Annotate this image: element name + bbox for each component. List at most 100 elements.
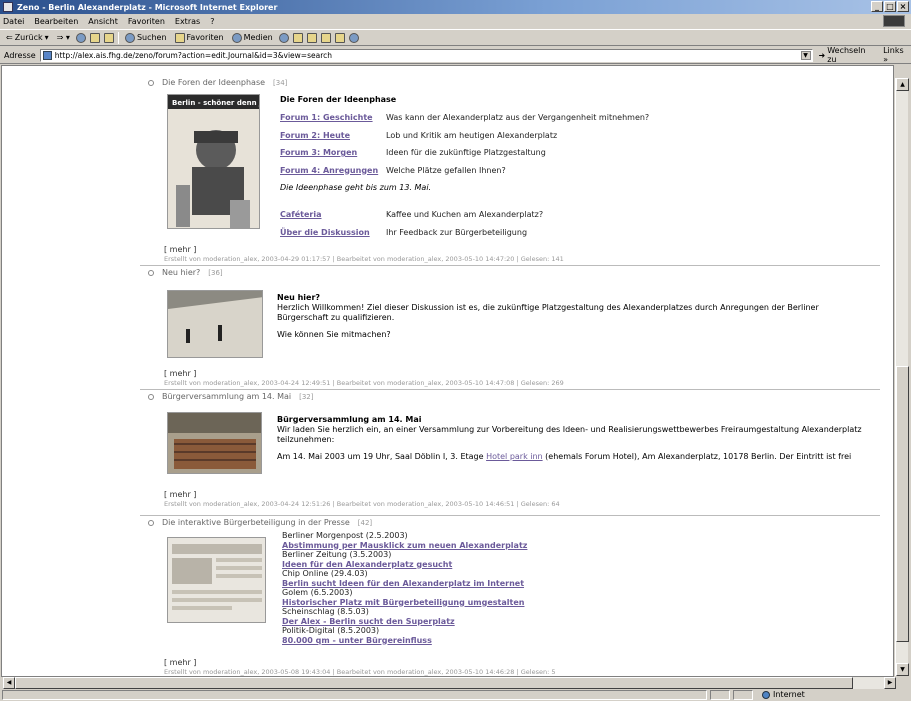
more-link[interactable]: [ mehr ] [164, 490, 196, 499]
press-link[interactable]: Ideen für den Alexanderplatz gesucht [282, 560, 527, 570]
window-titlebar[interactable]: Zeno - Berlin Alexanderplatz - Microsoft… [0, 0, 911, 14]
close-button[interactable]: × [897, 1, 909, 12]
window-title: Zeno - Berlin Alexanderplatz - Microsoft… [17, 2, 278, 12]
forum-4-link[interactable]: Forum 4: Anregungen [280, 165, 386, 176]
menu-bearbeiten[interactable]: Bearbeiten [34, 17, 78, 26]
toolbar-separator [117, 31, 119, 44]
press-link[interactable]: Berlin sucht Ideen für den Alexanderplat… [282, 579, 527, 589]
forum-4-desc: Welche Plätze gefallen Ihnen? [386, 165, 506, 175]
more-link[interactable]: [ mehr ] [164, 369, 196, 378]
entry-text: Wie können Sie mitmachen? [277, 330, 391, 339]
entry-header[interactable]: Neu hier? [36] [148, 268, 223, 277]
discuss-icon[interactable] [334, 32, 345, 43]
forum-3-link[interactable]: Forum 3: Morgen [280, 147, 386, 158]
entry-heading: Bürgerversammlung am 14. Mai [277, 415, 422, 424]
entry-text-part: (ehemals Forum Hotel), Am Alexanderplatz… [542, 452, 852, 461]
address-input[interactable]: http://alex.ais.fhg.de/zeno/forum?action… [39, 48, 813, 62]
forward-button[interactable]: ⇒ ▾ [55, 33, 72, 42]
assembly-photo-image [167, 412, 262, 474]
forum-row: Forum 4: Anregungen Welche Plätze gefall… [280, 165, 649, 176]
scroll-left-icon[interactable]: ◀ [3, 677, 15, 689]
status-bar: Internet [0, 690, 911, 701]
menu-extras[interactable]: Extras [175, 17, 200, 26]
vertical-scrollbar[interactable]: ▲ ▼ [895, 78, 909, 676]
media-icon [231, 32, 242, 43]
minimize-button[interactable]: _ [871, 1, 883, 12]
journal-entry: Neu hier? [36] Neu hier? Herzlich Willko… [140, 268, 880, 390]
messenger-icon[interactable] [348, 32, 359, 43]
windows-logo-icon [883, 15, 905, 27]
maximize-button[interactable]: □ [884, 1, 896, 12]
go-label: Wechseln zu [827, 46, 866, 64]
forum-row: Forum 2: Heute Lob und Kritik am heutige… [280, 130, 649, 141]
links-button[interactable]: Links » [883, 46, 911, 64]
horizontal-scroll-thumb[interactable] [15, 677, 853, 689]
entry-count: [32] [299, 392, 314, 401]
press-source: Politik-Digital (8.5.2003) [282, 626, 380, 635]
berlin-poster-image: Berlin - schöner denn je! [167, 94, 260, 229]
zone-label: Internet [773, 690, 805, 699]
press-link[interactable]: 80.000 qm - unter Bürgereinfluss [282, 636, 527, 646]
favorites-button[interactable]: Favoriten [173, 32, 226, 43]
search-button[interactable]: Suchen [123, 32, 169, 43]
entry-meta: Erstellt von moderation_alex, 2003-05-08… [164, 668, 556, 676]
scroll-down-icon[interactable]: ▼ [896, 663, 909, 676]
address-bar: Adresse http://alex.ais.fhg.de/zeno/foru… [0, 46, 911, 64]
refresh-icon[interactable] [89, 32, 100, 43]
history-icon[interactable] [278, 32, 289, 43]
bullet-icon [148, 79, 154, 86]
more-link[interactable]: [ mehr ] [164, 658, 196, 667]
left-column [2, 66, 140, 676]
mail-icon[interactable] [292, 32, 303, 43]
address-url: http://alex.ais.fhg.de/zeno/forum?action… [54, 50, 333, 60]
press-link[interactable]: Historischer Platz mit Bürgerbeteiligung… [282, 598, 527, 608]
press-source: Chip Online (29.4.03) [282, 569, 368, 578]
press-source: Berliner Zeitung (3.5.2003) [282, 550, 392, 559]
print-icon[interactable] [306, 32, 317, 43]
forum-2-link[interactable]: Forum 2: Heute [280, 130, 386, 141]
hotel-park-inn-link[interactable]: Hotel park inn [486, 452, 543, 461]
vertical-scroll-thumb[interactable] [896, 366, 909, 642]
back-button[interactable]: ⇐ Zurück ▾ [4, 33, 51, 42]
address-dropdown-icon[interactable]: ▼ [800, 50, 811, 60]
entry-header[interactable]: Die Foren der Ideenphase [34] [148, 78, 287, 87]
entry-count: [36] [208, 268, 223, 277]
status-pane [733, 690, 753, 700]
go-button[interactable]: ➜ Wechseln zu [819, 46, 878, 64]
menu-favoriten[interactable]: Favoriten [128, 17, 165, 26]
square-people-image [167, 290, 263, 358]
media-button[interactable]: Medien [230, 32, 275, 43]
go-arrow-icon: ➜ [818, 50, 826, 60]
forum-row: Forum 3: Morgen Ideen für die zukünftige… [280, 147, 649, 158]
entry-header[interactable]: Bürgerversammlung am 14. Mai [32] [148, 392, 314, 401]
entry-title: Die interaktive Bürgerbeteiligung in der… [162, 518, 350, 527]
entry-meta: Erstellt von moderation_alex, 2003-04-29… [164, 255, 564, 263]
forum-2-desc: Lob und Kritik am heutigen Alexanderplat… [386, 130, 558, 140]
entry-text: Am 14. Mai 2003 um 19 Uhr, Saal Döblin I… [277, 452, 870, 462]
home-icon[interactable] [103, 32, 114, 43]
favorites-icon [174, 32, 185, 43]
entry-text: Wir laden Sie herzlich ein, an einer Ver… [277, 425, 862, 444]
menu-datei[interactable]: Datei [3, 17, 24, 26]
about-discussion-link[interactable]: Über die Diskussion [280, 227, 386, 238]
menubar: Datei Bearbeiten Ansicht Favoriten Extra… [0, 14, 911, 28]
more-link[interactable]: [ mehr ] [164, 245, 196, 254]
stop-icon[interactable] [75, 32, 86, 43]
forum-1-link[interactable]: Forum 1: Geschichte [280, 112, 386, 123]
journal-entry: Die Foren der Ideenphase [34] Berlin - s… [140, 78, 880, 266]
entry-meta: Erstellt von moderation_alex, 2003-04-24… [164, 500, 560, 508]
horizontal-scrollbar[interactable]: ◀ ▶ [3, 677, 896, 689]
scroll-up-icon[interactable]: ▲ [896, 78, 909, 91]
entry-text-part: Am 14. Mai 2003 um 19 Uhr, Saal Döblin I… [277, 452, 487, 461]
page-icon [42, 50, 52, 60]
edit-icon[interactable] [320, 32, 331, 43]
menu-ansicht[interactable]: Ansicht [88, 17, 118, 26]
entry-header[interactable]: Die interaktive Bürgerbeteiligung in der… [148, 518, 372, 527]
cafeteria-link[interactable]: Caféteria [280, 209, 386, 220]
press-source: Golem (6.5.2003) [282, 588, 353, 597]
forum-3-desc: Ideen für die zukünftige Platzgestaltung [386, 148, 546, 157]
scroll-right-icon[interactable]: ▶ [884, 677, 896, 689]
menu-help[interactable]: ? [210, 17, 214, 26]
press-link[interactable]: Der Alex - Berlin sucht den Superplatz [282, 617, 527, 627]
press-link[interactable]: Abstimmung per Mausklick zum neuen Alexa… [282, 541, 527, 551]
